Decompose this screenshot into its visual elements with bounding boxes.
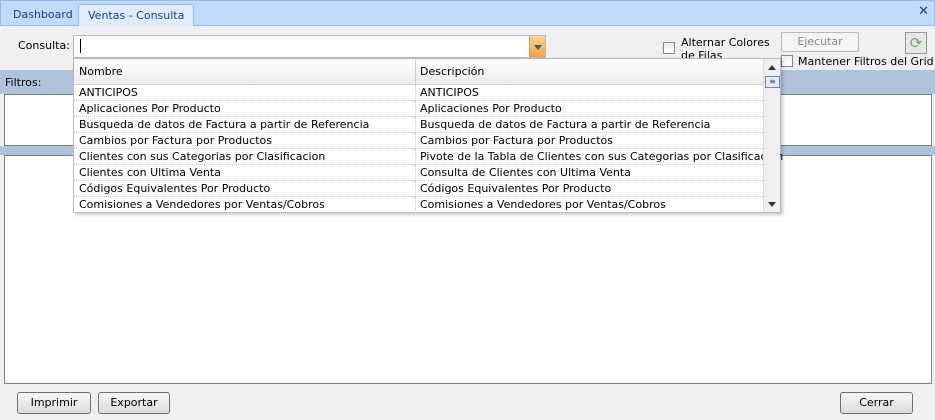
consulta-label: Consulta: — [18, 39, 70, 52]
descripcion-cell: Cambios por Factura por Productos — [420, 134, 613, 147]
close-icon[interactable]: ✕ — [918, 4, 929, 19]
dropdown-header: Nombre Descripción — [74, 59, 763, 85]
list-item[interactable]: Clientes con Ultima Venta Consulta de Cli… — [74, 165, 763, 181]
column-header-descripcion[interactable]: Descripción — [420, 65, 484, 78]
consulta-dropdown-list: Nombre Descripción ANTICIPOS ANTICIPOS Apl… — [73, 58, 783, 213]
mantener-filtros-label: Mantener Filtros del Grid — [798, 55, 934, 68]
alternar-colores-checkbox[interactable] — [663, 42, 675, 54]
list-item[interactable]: Códigos Equivalentes Por Producto Códigos… — [74, 181, 763, 197]
cell-divider — [415, 165, 416, 181]
scroll-up-icon[interactable] — [768, 65, 776, 70]
nombre-cell: Comisiones a Vendedores por Ventas/Cobro… — [79, 198, 325, 211]
ejecutar-button[interactable]: Ejecutar — [781, 32, 859, 52]
mantener-filtros-checkbox[interactable] — [781, 55, 793, 67]
scrollbar[interactable]: ≡ — [763, 59, 780, 212]
imprimir-button[interactable]: Imprimir — [17, 392, 91, 414]
consulta-combobox[interactable] — [73, 35, 546, 58]
nombre-cell: Busqueda de datos de Factura a partir de… — [79, 118, 370, 131]
list-item[interactable]: Busqueda de datos de Factura a partir de… — [74, 117, 763, 133]
descripcion-cell: Códigos Equivalentes Por Producto — [420, 182, 612, 195]
cell-divider — [415, 197, 416, 213]
descripcion-cell: Aplicaciones Por Producto — [420, 102, 562, 115]
tab-ventas-consulta[interactable]: Ventas - Consulta — [78, 4, 195, 26]
cell-divider — [415, 85, 416, 101]
nombre-cell: Clientes con sus Categorias por Clasific… — [79, 150, 326, 163]
list-item[interactable]: Cambios por Factura por Productos Cambios… — [74, 133, 763, 149]
nombre-cell: Aplicaciones Por Producto — [79, 102, 221, 115]
cell-divider — [415, 133, 416, 149]
scroll-thumb[interactable]: ≡ — [765, 76, 780, 88]
descripcion-cell: Busqueda de datos de Factura a partir de… — [420, 118, 711, 131]
chevron-down-icon[interactable] — [529, 36, 545, 57]
cell-divider — [415, 101, 416, 117]
list-item[interactable]: Comisiones a Vendedores por Ventas/Cobro… — [74, 197, 763, 213]
exportar-button[interactable]: Exportar — [98, 392, 170, 414]
descripcion-cell: Pivote de la Tabla de Clientes con sus C… — [420, 150, 784, 163]
nombre-cell: Clientes con Ultima Venta — [79, 166, 221, 179]
scroll-down-icon[interactable] — [768, 202, 776, 207]
descripcion-cell: ANTICIPOS — [420, 86, 479, 99]
text-caret — [80, 39, 81, 53]
cerrar-button[interactable]: Cerrar — [840, 392, 913, 414]
nombre-cell: Cambios por Factura por Productos — [79, 134, 272, 147]
nombre-cell: ANTICIPOS — [79, 86, 138, 99]
alternar-colores-label: Alternar Colores de Filas — [681, 36, 770, 60]
filters-label: Filtros: — [5, 76, 42, 89]
refresh-clock-icon[interactable]: ⟳ — [905, 32, 927, 54]
list-item[interactable]: ANTICIPOS ANTICIPOS — [74, 85, 763, 101]
list-item[interactable]: Clientes con sus Categorias por Clasific… — [74, 149, 783, 165]
list-item[interactable]: Aplicaciones Por Producto Aplicaciones Po… — [74, 101, 763, 117]
tab-dashboard[interactable]: Dashboard — [4, 4, 82, 26]
column-divider — [415, 59, 416, 85]
descripcion-cell: Consulta de Clientes con Ultima Venta — [420, 166, 631, 179]
cell-divider — [415, 117, 416, 133]
nombre-cell: Códigos Equivalentes Por Producto — [79, 182, 271, 195]
column-header-nombre[interactable]: Nombre — [79, 65, 123, 78]
cell-divider — [415, 181, 416, 197]
descripcion-cell: Comisiones a Vendedores por Ventas/Cobro… — [420, 198, 666, 211]
cell-divider — [415, 149, 416, 165]
